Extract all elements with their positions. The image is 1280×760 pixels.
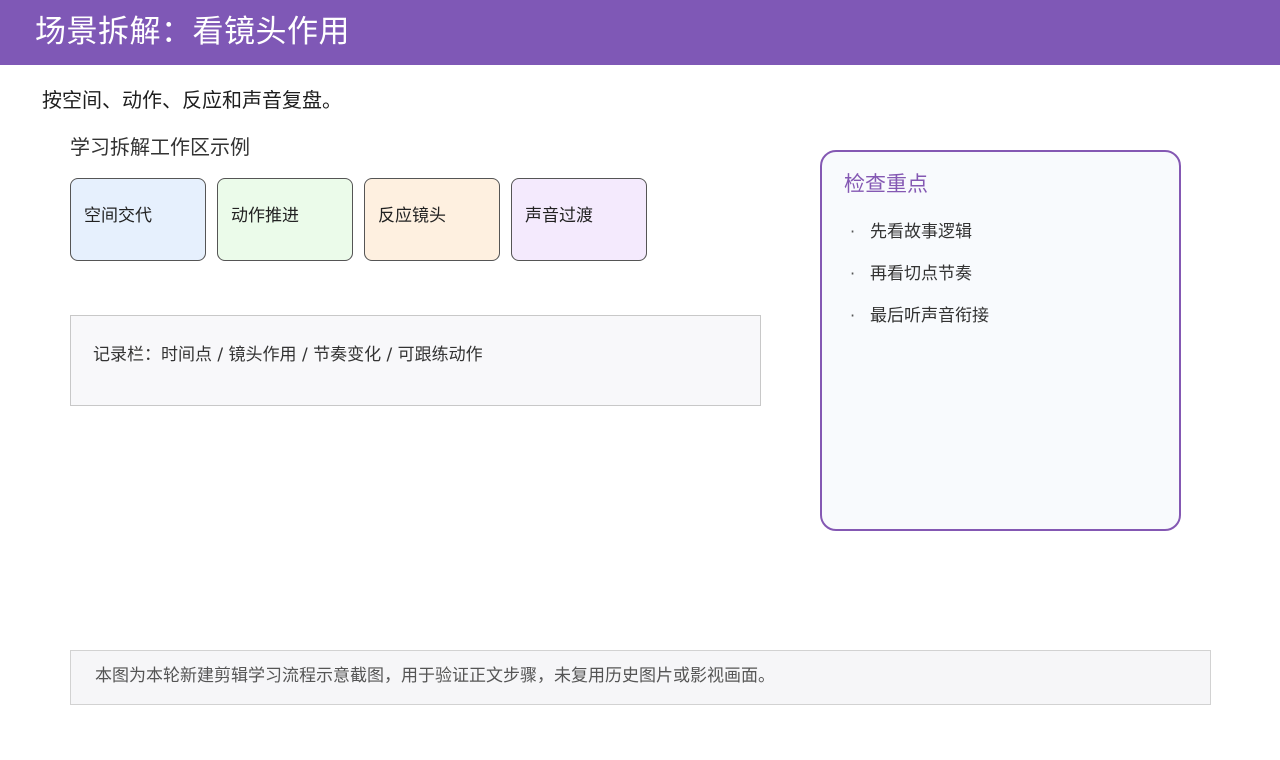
card-label: 反应镜头 — [378, 206, 446, 226]
card-label: 空间交代 — [84, 206, 152, 226]
card-reaction[interactable]: 反应镜头 — [364, 178, 500, 261]
bullet-icon: · — [850, 264, 856, 283]
record-bar-text: 记录栏：时间点 / 镜头作用 / 节奏变化 / 可跟练动作 — [93, 345, 483, 365]
header-bar: 场景拆解：看镜头作用 — [0, 0, 1280, 65]
card-space[interactable]: 空间交代 — [70, 178, 206, 261]
check-panel: 检查重点 · 先看故事逻辑 · 再看切点节奏 · 最后听声音衔接 — [820, 150, 1181, 531]
list-item-label: 先看故事逻辑 — [870, 222, 972, 242]
check-panel-title: 检查重点 — [844, 172, 928, 196]
record-bar: 记录栏：时间点 / 镜头作用 / 节奏变化 / 可跟练动作 — [70, 315, 761, 406]
card-label: 声音过渡 — [525, 206, 593, 226]
list-item: · 先看故事逻辑 — [844, 211, 1179, 253]
bullet-icon: · — [850, 222, 856, 241]
list-item-label: 再看切点节奏 — [870, 264, 972, 284]
card-sound[interactable]: 声音过渡 — [511, 178, 647, 261]
footer-note-text: 本图为本轮新建剪辑学习流程示意截图，用于验证正文步骤，未复用历史图片或影视画面。 — [95, 666, 775, 686]
card-action[interactable]: 动作推进 — [217, 178, 353, 261]
page-title: 场景拆解：看镜头作用 — [35, 14, 350, 50]
card-row: 空间交代 动作推进 反应镜头 声音过渡 — [70, 178, 647, 261]
card-label: 动作推进 — [231, 206, 299, 226]
page-subtitle: 按空间、动作、反应和声音复盘。 — [42, 88, 342, 112]
check-list: · 先看故事逻辑 · 再看切点节奏 · 最后听声音衔接 — [844, 211, 1179, 337]
list-item-label: 最后听声音衔接 — [870, 306, 989, 326]
footer-note: 本图为本轮新建剪辑学习流程示意截图，用于验证正文步骤，未复用历史图片或影视画面。 — [70, 650, 1211, 705]
bullet-icon: · — [850, 306, 856, 325]
list-item: · 最后听声音衔接 — [844, 295, 1179, 337]
list-item: · 再看切点节奏 — [844, 253, 1179, 295]
workspace-label: 学习拆解工作区示例 — [70, 135, 250, 159]
